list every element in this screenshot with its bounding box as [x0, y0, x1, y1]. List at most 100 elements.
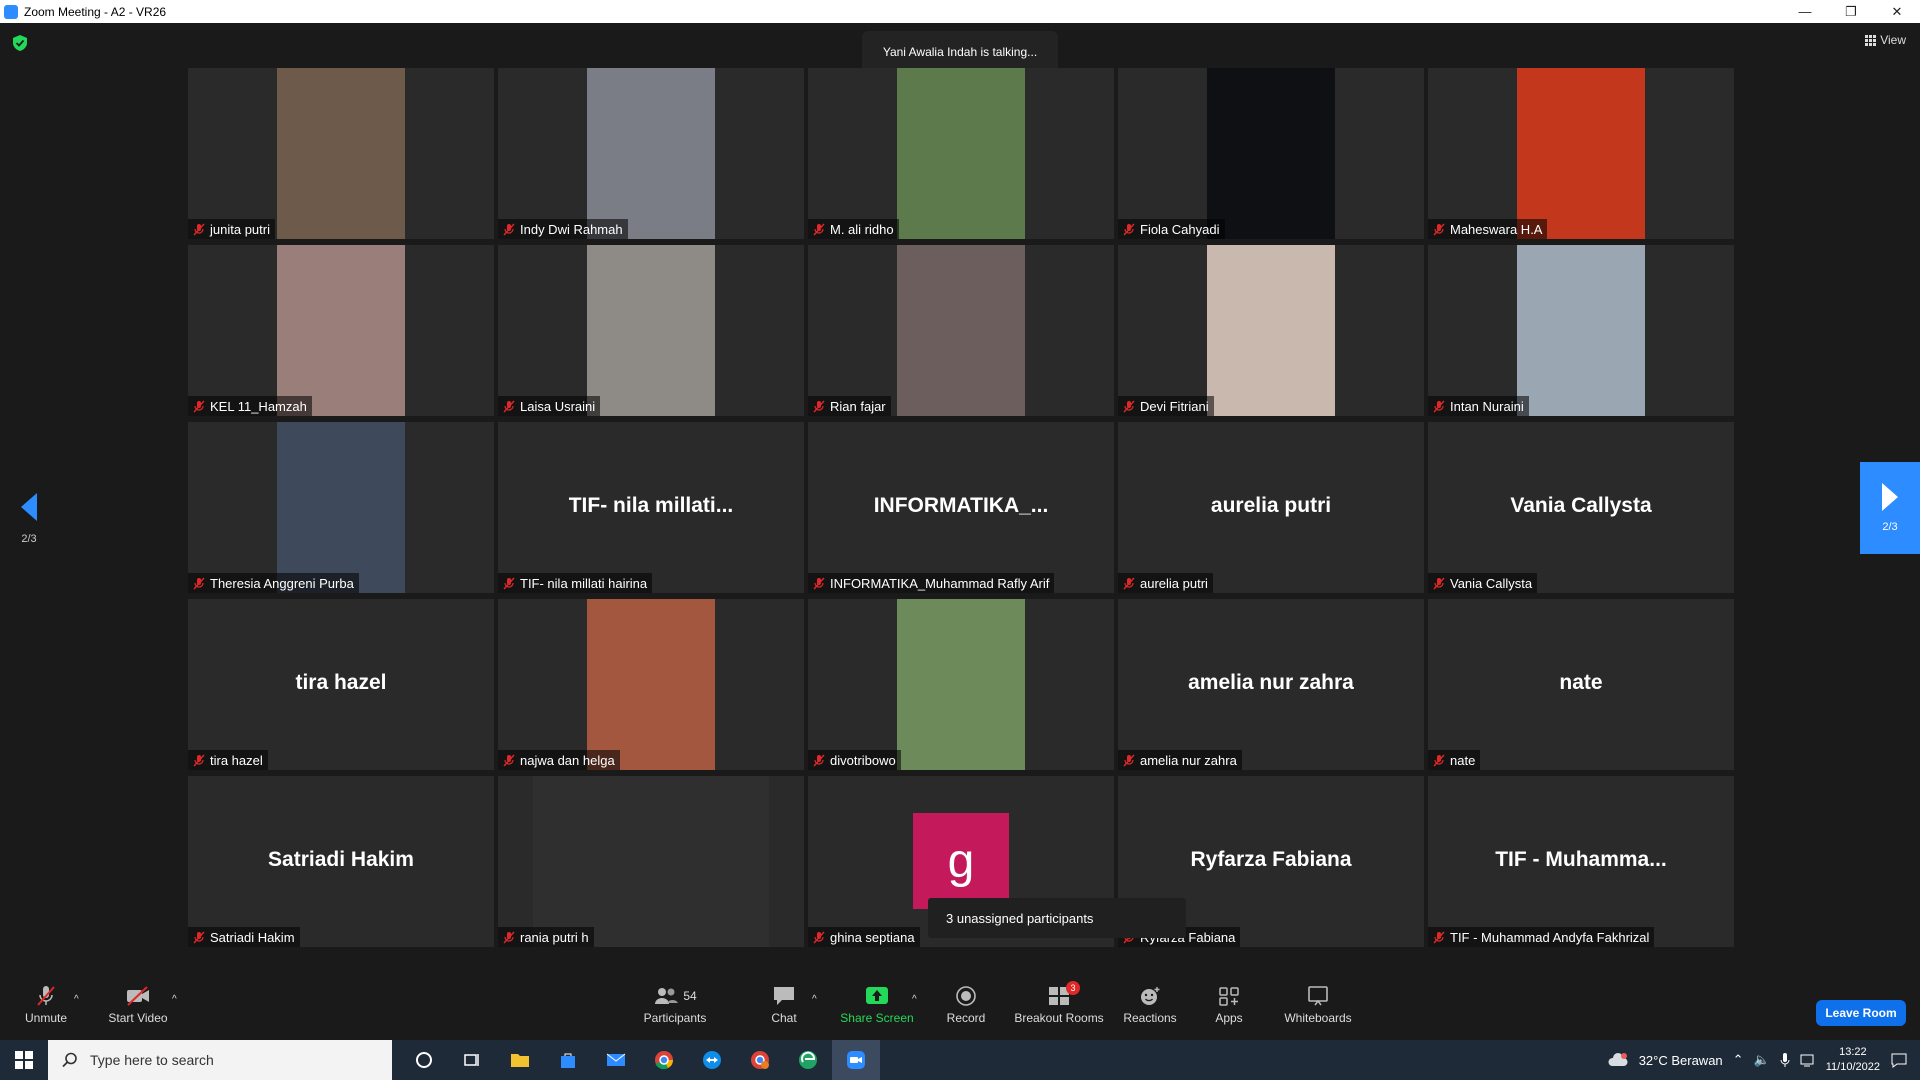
store-button[interactable]	[544, 1040, 592, 1080]
participant-name-label: INFORMATIKA_Muhammad Rafly Arif	[808, 573, 1055, 593]
participant-display-name: Ryfarza Fabiana	[1190, 848, 1352, 871]
participant-name: amelia nur zahra	[1140, 752, 1237, 768]
start-video-button[interactable]: Start Video	[106, 970, 170, 1040]
taskbar-apps	[400, 1040, 880, 1080]
clock[interactable]: 13:22 11/10/2022	[1826, 1045, 1880, 1075]
shield-icon[interactable]	[13, 35, 27, 51]
chevron-up-icon[interactable]: ⌃	[1733, 1052, 1744, 1068]
breakout-rooms-button[interactable]: 3 Breakout Rooms	[1014, 970, 1104, 1040]
edge-icon	[799, 1051, 817, 1069]
unassigned-participants-popup[interactable]: 3 unassigned participants	[928, 898, 1186, 938]
participant-tile[interactable]: Laisa Usraini	[498, 245, 804, 416]
participant-name: junita putri	[210, 221, 270, 237]
chat-button[interactable]: Chat	[766, 970, 802, 1040]
close-button[interactable]: ✕	[1874, 0, 1920, 23]
talking-indicator: Yani Awalia Indah is talking...	[862, 31, 1058, 73]
participant-tile[interactable]: aurelia putri aurelia putri	[1118, 422, 1424, 593]
participant-tile[interactable]: Intan Nuraini	[1428, 245, 1734, 416]
task-view-icon	[464, 1054, 479, 1066]
participant-tile[interactable]: divotribowo	[808, 599, 1114, 770]
apps-label: Apps	[1215, 1011, 1243, 1025]
restore-button[interactable]: ❐	[1828, 0, 1874, 23]
task-view-button[interactable]	[448, 1040, 496, 1080]
previous-page-button[interactable]: 2/3	[18, 493, 40, 545]
participant-tile[interactable]: Maheswara H.A	[1428, 68, 1734, 239]
cortana-button[interactable]	[400, 1040, 448, 1080]
participant-tile[interactable]: Theresia Anggreni Purba	[188, 422, 494, 593]
participant-name: ghina septiana	[830, 929, 915, 945]
participant-name-label: tira hazel	[188, 750, 268, 770]
participants-button[interactable]: 54 Participants	[640, 970, 710, 1040]
participant-display-name: Satriadi Hakim	[268, 848, 414, 871]
participant-tile[interactable]: Fiola Cahyadi	[1118, 68, 1424, 239]
unmute-button[interactable]: Unmute	[20, 970, 72, 1040]
share-screen-button[interactable]: Share Screen	[840, 970, 914, 1040]
participant-name: tira hazel	[210, 752, 263, 768]
participant-tile[interactable]: amelia nur zahra amelia nur zahra	[1118, 599, 1424, 770]
audio-options-caret[interactable]: ^	[74, 994, 79, 1005]
participant-tile[interactable]: Vania Callysta Vania Callysta	[1428, 422, 1734, 593]
participant-tile[interactable]: Rian fajar	[808, 245, 1114, 416]
mail-icon	[606, 1053, 626, 1066]
window-title: Zoom Meeting - A2 - VR26	[24, 4, 167, 19]
participant-tile[interactable]: tira hazel tira hazel	[188, 599, 494, 770]
participant-display-name: amelia nur zahra	[1188, 671, 1354, 694]
participant-name-label: Vania Callysta	[1428, 573, 1538, 593]
cloud-weather-icon	[1608, 1053, 1628, 1066]
file-explorer-button[interactable]	[496, 1040, 544, 1080]
arrow-left-icon	[21, 493, 37, 521]
breakout-rooms-badge: 3	[1066, 981, 1080, 995]
muted-mic-icon	[503, 931, 515, 943]
share-options-caret[interactable]: ^	[912, 994, 917, 1005]
windows-taskbar: Type here to search 32°C Berawan ⌃ 🔈 13:…	[0, 1040, 1920, 1080]
apps-button[interactable]: Apps	[1212, 970, 1246, 1040]
participant-tile[interactable]: TIF - Muhamma... TIF - Muhammad Andyfa Fa…	[1428, 776, 1734, 947]
participants-icon	[655, 988, 679, 1004]
zoom-icon	[847, 1051, 865, 1069]
grid-view-icon	[1865, 34, 1877, 46]
weather-text[interactable]: 32°C Berawan	[1639, 1053, 1723, 1068]
participant-tile[interactable]: junita putri	[188, 68, 494, 239]
microphone-icon[interactable]	[1780, 1053, 1790, 1067]
next-page-button[interactable]: 2/3	[1860, 462, 1920, 554]
minimize-button[interactable]: —	[1782, 0, 1828, 23]
record-button[interactable]: Record	[944, 970, 988, 1040]
mail-button[interactable]	[592, 1040, 640, 1080]
reactions-button[interactable]: Reactions	[1122, 970, 1178, 1040]
notifications-icon[interactable]	[1890, 1052, 1908, 1068]
chrome-button[interactable]	[640, 1040, 688, 1080]
chat-options-caret[interactable]: ^	[812, 994, 817, 1005]
windows-logo-icon	[15, 1051, 33, 1069]
participant-tile[interactable]: Indy Dwi Rahmah	[498, 68, 804, 239]
network-icon[interactable]	[1800, 1053, 1816, 1067]
video-options-caret[interactable]: ^	[172, 994, 177, 1005]
participant-tile[interactable]: M. ali ridho	[808, 68, 1114, 239]
start-button[interactable]	[0, 1040, 48, 1080]
muted-mic-icon	[1433, 931, 1445, 943]
gallery-grid: junita putri Indy Dwi Rahmah M. ali ridho F…	[188, 68, 1734, 948]
record-label: Record	[946, 1011, 986, 1025]
zoom-taskbar-button[interactable]	[832, 1040, 880, 1080]
muted-mic-icon	[1123, 754, 1135, 766]
leave-room-button[interactable]: Leave Room	[1816, 1000, 1906, 1026]
participant-name-label: Theresia Anggreni Purba	[188, 573, 359, 593]
participant-tile[interactable]: najwa dan helga	[498, 599, 804, 770]
view-button[interactable]: View	[1865, 33, 1906, 47]
participant-tile[interactable]: nate nate	[1428, 599, 1734, 770]
participant-tile[interactable]: Satriadi Hakim Satriadi Hakim	[188, 776, 494, 947]
whiteboards-button[interactable]: Whiteboards	[1282, 970, 1354, 1040]
volume-icon[interactable]: 🔈	[1754, 1052, 1770, 1068]
participant-tile[interactable]: TIF- nila millati... TIF- nila millati ha…	[498, 422, 804, 593]
chrome-profile-button[interactable]	[736, 1040, 784, 1080]
participant-tile[interactable]: INFORMATIKA_... INFORMATIKA_Muhammad Rafl…	[808, 422, 1114, 593]
teamviewer-button[interactable]	[688, 1040, 736, 1080]
taskbar-search[interactable]: Type here to search	[48, 1040, 392, 1080]
participant-tile[interactable]: rania putri h	[498, 776, 804, 947]
muted-mic-icon	[1123, 577, 1135, 589]
whiteboards-label: Whiteboards	[1284, 1011, 1352, 1025]
system-tray: 32°C Berawan ⌃ 🔈 13:22 11/10/2022	[1607, 1045, 1920, 1075]
participant-tile[interactable]: KEL 11_Hamzah	[188, 245, 494, 416]
participant-tile[interactable]: Devi Fitriani	[1118, 245, 1424, 416]
edge-button[interactable]	[784, 1040, 832, 1080]
participant-name: aurelia putri	[1140, 575, 1208, 591]
